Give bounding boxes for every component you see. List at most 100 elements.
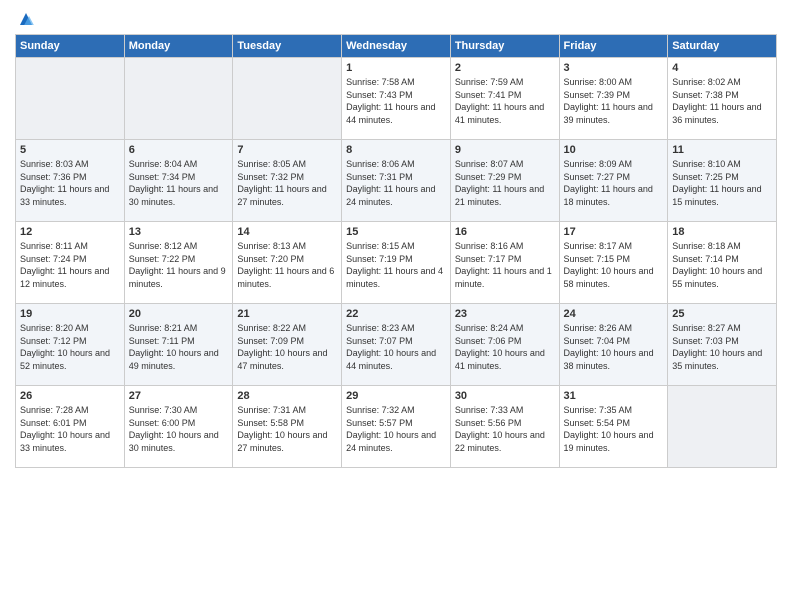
calendar-cell: 23 Sunrise: 8:24 AMSunset: 7:06 PMDayligh…: [450, 304, 559, 386]
day-number: 10: [564, 144, 664, 156]
calendar-week-row: 12 Sunrise: 8:11 AMSunset: 7:24 PMDayligh…: [16, 222, 777, 304]
day-info: Sunrise: 8:21 AMSunset: 7:11 PMDaylight:…: [129, 322, 229, 372]
day-info: Sunrise: 8:17 AMSunset: 7:15 PMDaylight:…: [564, 240, 664, 290]
calendar-cell: 28 Sunrise: 7:31 AMSunset: 5:58 PMDayligh…: [233, 386, 342, 468]
calendar-cell: 27 Sunrise: 7:30 AMSunset: 6:00 PMDayligh…: [124, 386, 233, 468]
calendar-cell: 12 Sunrise: 8:11 AMSunset: 7:24 PMDayligh…: [16, 222, 125, 304]
calendar-cell: 5Sunrise: 8:03 AMSunset: 7:36 PMDaylight…: [16, 140, 125, 222]
day-number: 3: [564, 62, 664, 74]
weekday-header-saturday: Saturday: [668, 35, 777, 58]
day-info: Sunrise: 7:32 AMSunset: 5:57 PMDaylight:…: [346, 404, 446, 454]
day-number: 7: [237, 144, 337, 156]
calendar-cell: 29 Sunrise: 7:32 AMSunset: 5:57 PMDayligh…: [342, 386, 451, 468]
day-number: 4: [672, 62, 772, 74]
day-number: 16: [455, 226, 555, 238]
logo-icon: [17, 10, 35, 28]
day-info: Sunrise: 8:05 AMSunset: 7:32 PMDaylight:…: [237, 158, 337, 208]
day-number: 22: [346, 308, 446, 320]
day-number: 23: [455, 308, 555, 320]
day-number: 2: [455, 62, 555, 74]
calendar-cell: 7 Sunrise: 8:05 AMSunset: 7:32 PMDaylight…: [233, 140, 342, 222]
calendar-cell: 2 Sunrise: 7:59 AMSunset: 7:41 PMDaylight…: [450, 58, 559, 140]
day-number: 20: [129, 308, 229, 320]
calendar-cell: 14Sunrise: 8:13 AMSunset: 7:20 PMDayligh…: [233, 222, 342, 304]
day-info: Sunrise: 8:00 AMSunset: 7:39 PMDaylight:…: [564, 76, 664, 126]
calendar-cell: 15 Sunrise: 8:15 AMSunset: 7:19 PMDayligh…: [342, 222, 451, 304]
weekday-header-thursday: Thursday: [450, 35, 559, 58]
day-number: 13: [129, 226, 229, 238]
day-number: 19: [20, 308, 120, 320]
calendar-cell: 22 Sunrise: 8:23 AMSunset: 7:07 PMDayligh…: [342, 304, 451, 386]
day-info: Sunrise: 8:18 AMSunset: 7:14 PMDaylight:…: [672, 240, 772, 290]
calendar-cell: 30 Sunrise: 7:33 AMSunset: 5:56 PMDayligh…: [450, 386, 559, 468]
calendar-week-row: 26 Sunrise: 7:28 AMSunset: 6:01 PMDayligh…: [16, 386, 777, 468]
calendar-cell: [124, 58, 233, 140]
calendar-cell: 19 Sunrise: 8:20 AMSunset: 7:12 PMDayligh…: [16, 304, 125, 386]
day-info: Sunrise: 8:09 AMSunset: 7:27 PMDaylight:…: [564, 158, 664, 208]
day-number: 9: [455, 144, 555, 156]
calendar-cell: 1 Sunrise: 7:58 AMSunset: 7:43 PMDaylight…: [342, 58, 451, 140]
day-number: 26: [20, 390, 120, 402]
day-info: Sunrise: 7:59 AMSunset: 7:41 PMDaylight:…: [455, 76, 555, 126]
day-number: 5: [20, 144, 120, 156]
day-info: Sunrise: 7:58 AMSunset: 7:43 PMDaylight:…: [346, 76, 446, 126]
calendar-cell: 25Sunrise: 8:27 AMSunset: 7:03 PMDayligh…: [668, 304, 777, 386]
weekday-header-row: SundayMondayTuesdayWednesdayThursdayFrid…: [16, 35, 777, 58]
day-number: 11: [672, 144, 772, 156]
day-number: 15: [346, 226, 446, 238]
day-info: Sunrise: 8:20 AMSunset: 7:12 PMDaylight:…: [20, 322, 120, 372]
day-info: Sunrise: 7:31 AMSunset: 5:58 PMDaylight:…: [237, 404, 337, 454]
weekday-header-sunday: Sunday: [16, 35, 125, 58]
day-info: Sunrise: 8:12 AMSunset: 7:22 PMDaylight:…: [129, 240, 229, 290]
day-number: 31: [564, 390, 664, 402]
header: [15, 10, 777, 26]
day-number: 29: [346, 390, 446, 402]
day-info: Sunrise: 8:24 AMSunset: 7:06 PMDaylight:…: [455, 322, 555, 372]
weekday-header-wednesday: Wednesday: [342, 35, 451, 58]
day-info: Sunrise: 8:10 AMSunset: 7:25 PMDaylight:…: [672, 158, 772, 208]
day-info: Sunrise: 8:26 AMSunset: 7:04 PMDaylight:…: [564, 322, 664, 372]
calendar-cell: [233, 58, 342, 140]
day-info: Sunrise: 8:15 AMSunset: 7:19 PMDaylight:…: [346, 240, 446, 290]
calendar-cell: 3 Sunrise: 8:00 AMSunset: 7:39 PMDaylight…: [559, 58, 668, 140]
day-number: 6: [129, 144, 229, 156]
day-info: Sunrise: 7:33 AMSunset: 5:56 PMDaylight:…: [455, 404, 555, 454]
day-info: Sunrise: 7:30 AMSunset: 6:00 PMDaylight:…: [129, 404, 229, 454]
day-number: 8: [346, 144, 446, 156]
day-number: 1: [346, 62, 446, 74]
calendar-cell: 18 Sunrise: 8:18 AMSunset: 7:14 PMDayligh…: [668, 222, 777, 304]
day-info: Sunrise: 8:27 AMSunset: 7:03 PMDaylight:…: [672, 322, 772, 372]
calendar-table: SundayMondayTuesdayWednesdayThursdayFrid…: [15, 34, 777, 468]
calendar-cell: 24Sunrise: 8:26 AMSunset: 7:04 PMDayligh…: [559, 304, 668, 386]
day-number: 12: [20, 226, 120, 238]
calendar-cell: 26 Sunrise: 7:28 AMSunset: 6:01 PMDayligh…: [16, 386, 125, 468]
calendar-cell: 9Sunrise: 8:07 AMSunset: 7:29 PMDaylight…: [450, 140, 559, 222]
weekday-header-monday: Monday: [124, 35, 233, 58]
day-info: Sunrise: 8:04 AMSunset: 7:34 PMDaylight:…: [129, 158, 229, 208]
calendar-cell: [16, 58, 125, 140]
weekday-header-tuesday: Tuesday: [233, 35, 342, 58]
calendar-week-row: 1 Sunrise: 7:58 AMSunset: 7:43 PMDaylight…: [16, 58, 777, 140]
calendar-cell: 11 Sunrise: 8:10 AMSunset: 7:25 PMDayligh…: [668, 140, 777, 222]
day-info: Sunrise: 8:02 AMSunset: 7:38 PMDaylight:…: [672, 76, 772, 126]
calendar-week-row: 19 Sunrise: 8:20 AMSunset: 7:12 PMDayligh…: [16, 304, 777, 386]
day-number: 14: [237, 226, 337, 238]
calendar-cell: 8Sunrise: 8:06 AMSunset: 7:31 PMDaylight…: [342, 140, 451, 222]
day-info: Sunrise: 8:11 AMSunset: 7:24 PMDaylight:…: [20, 240, 120, 290]
calendar-cell: 16 Sunrise: 8:16 AMSunset: 7:17 PMDayligh…: [450, 222, 559, 304]
day-info: Sunrise: 8:16 AMSunset: 7:17 PMDaylight:…: [455, 240, 555, 290]
calendar-cell: 13 Sunrise: 8:12 AMSunset: 7:22 PMDayligh…: [124, 222, 233, 304]
calendar-cell: 17Sunrise: 8:17 AMSunset: 7:15 PMDayligh…: [559, 222, 668, 304]
day-info: Sunrise: 7:28 AMSunset: 6:01 PMDaylight:…: [20, 404, 120, 454]
day-number: 30: [455, 390, 555, 402]
day-number: 21: [237, 308, 337, 320]
day-number: 28: [237, 390, 337, 402]
day-number: 18: [672, 226, 772, 238]
day-info: Sunrise: 7:35 AMSunset: 5:54 PMDaylight:…: [564, 404, 664, 454]
calendar-cell: 4 Sunrise: 8:02 AMSunset: 7:38 PMDaylight…: [668, 58, 777, 140]
day-info: Sunrise: 8:23 AMSunset: 7:07 PMDaylight:…: [346, 322, 446, 372]
logo: [15, 10, 35, 26]
calendar-cell: 20 Sunrise: 8:21 AMSunset: 7:11 PMDayligh…: [124, 304, 233, 386]
calendar-cell: 10 Sunrise: 8:09 AMSunset: 7:27 PMDayligh…: [559, 140, 668, 222]
day-number: 27: [129, 390, 229, 402]
